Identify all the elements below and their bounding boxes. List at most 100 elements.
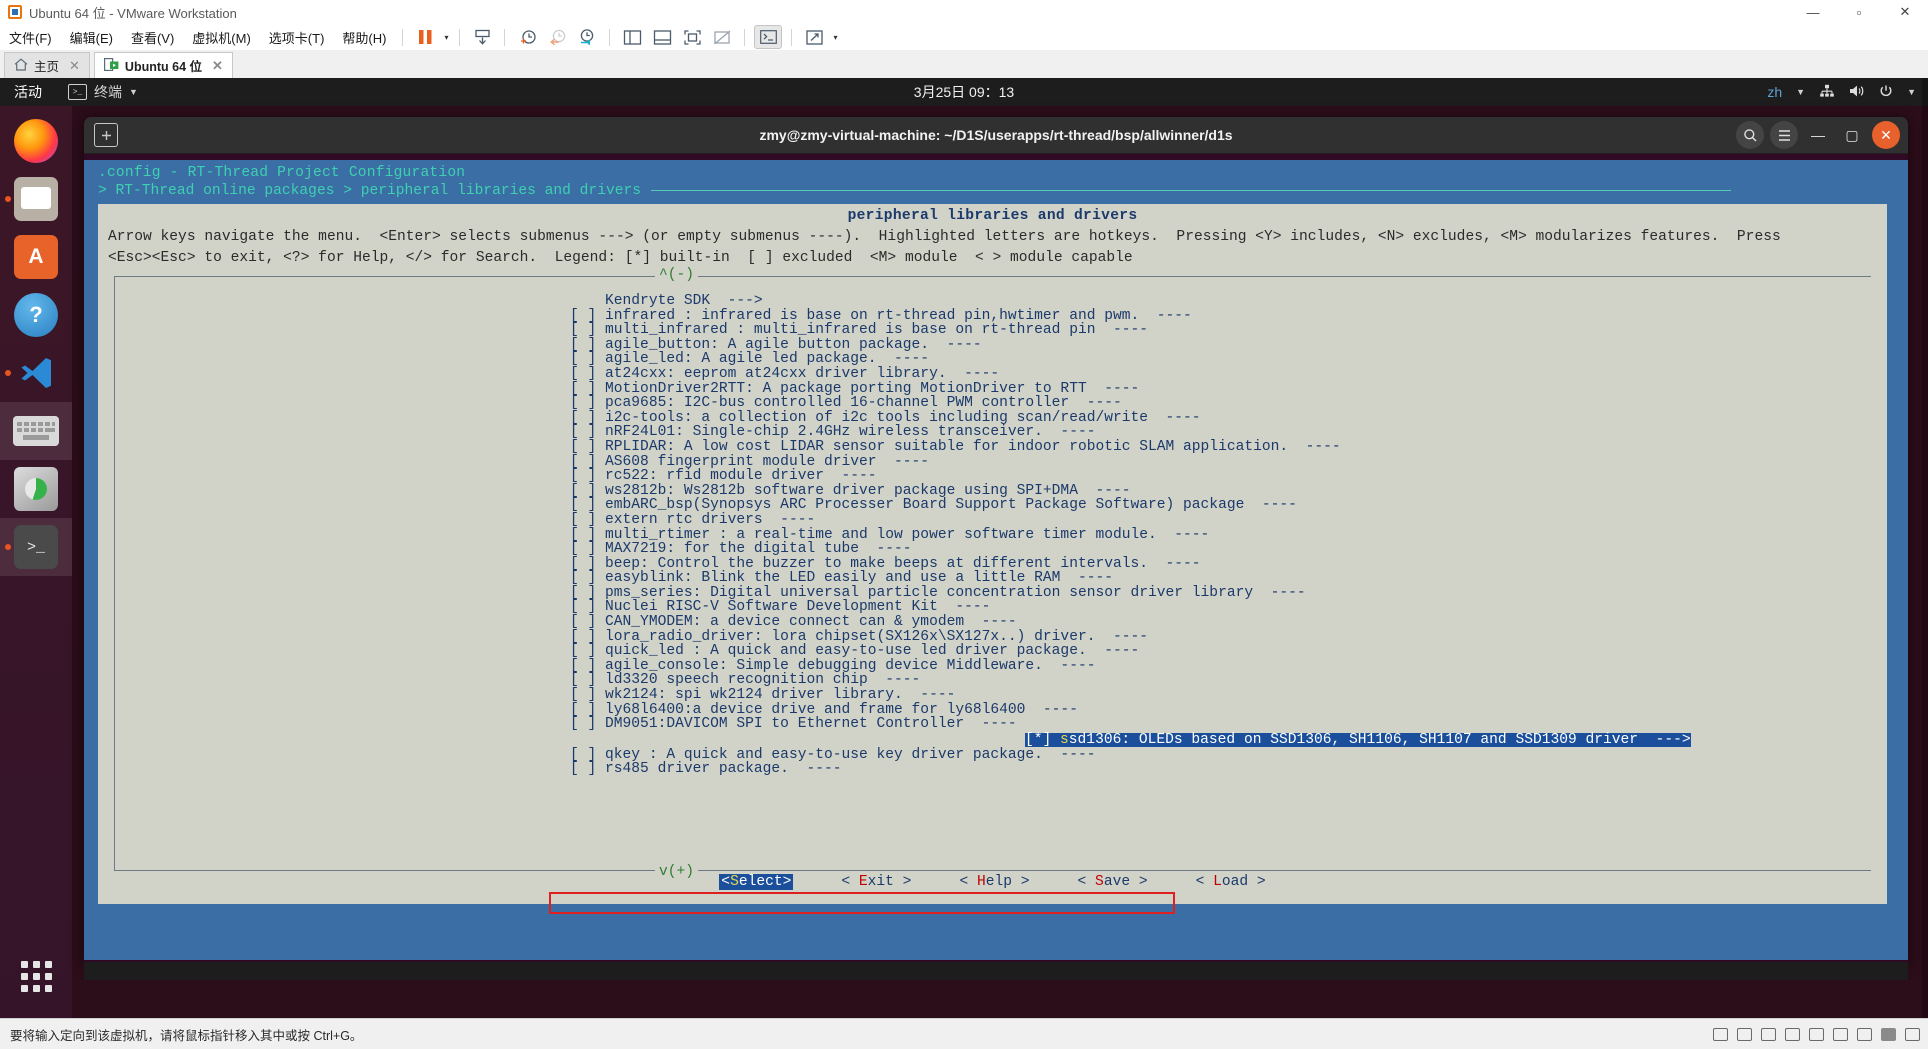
- menuconfig-item[interactable]: [ ] qkey : A quick and easy-to-use key d…: [115, 748, 1871, 763]
- menuconfig-item[interactable]: [ ] Nuclei RISC-V Software Development K…: [115, 600, 1871, 615]
- menuconfig-item[interactable]: [ ] pms_series: Digital universal partic…: [115, 586, 1871, 601]
- dock-item-help[interactable]: ?: [0, 286, 72, 344]
- menuconfig-item[interactable]: [ ] nRF24L01: Single-chip 2.4GHz wireles…: [115, 425, 1871, 440]
- menuconfig-item[interactable]: [ ] embARC_bsp(Synopsys ARC Processer Bo…: [115, 498, 1871, 513]
- printer-status-icon[interactable]: [1833, 1027, 1848, 1041]
- minimize-button[interactable]: —: [1790, 0, 1836, 24]
- manage-snapshots-button[interactable]: [574, 26, 600, 48]
- display-status-icon[interactable]: [1857, 1027, 1872, 1041]
- terminal-window: zmy@zmy-virtual-machine: ~/D1S/userapps/…: [84, 117, 1908, 962]
- menuconfig-item[interactable]: [ ] at24cxx: eeprom at24cxx driver libra…: [115, 367, 1871, 382]
- menuconfig-item[interactable]: [ ] MAX7219: for the digital tube ----: [115, 542, 1871, 557]
- menuconfig-item[interactable]: [ ] infrared : infrared is base on rt-th…: [115, 308, 1871, 324]
- fullscreen-button[interactable]: [679, 26, 705, 48]
- language-caret-icon[interactable]: ▼: [1796, 87, 1805, 97]
- menuconfig-item[interactable]: [ ] agile_led: A agile led package. ----: [115, 352, 1871, 367]
- pause-button[interactable]: [412, 26, 438, 48]
- show-console-view-button[interactable]: [649, 26, 675, 48]
- menuconfig-item[interactable]: [ ] ld3320 speech recognition chip ----: [115, 673, 1871, 688]
- menuconfig-item[interactable]: [ ] lora_radio_driver: lora chipset(SX12…: [115, 630, 1871, 645]
- tab-home[interactable]: 主页 ✕: [4, 52, 90, 78]
- take-snapshot-button[interactable]: [514, 26, 540, 48]
- menuconfig-item[interactable]: [ ] ws2812b: Ws2812b software driver pac…: [115, 484, 1871, 499]
- menuconfig-item[interactable]: Kendryte SDK --->: [115, 294, 1871, 309]
- dock-item-terminal[interactable]: >_: [0, 518, 72, 576]
- save-button[interactable]: < Save >: [1078, 874, 1148, 890]
- dock-item-files[interactable]: [0, 170, 72, 228]
- menuconfig-item[interactable]: [ ] extern rtc drivers ----: [115, 513, 1871, 528]
- tab-ubuntu-close-icon[interactable]: ✕: [212, 58, 223, 74]
- dock-item-keyboard[interactable]: [0, 402, 72, 460]
- menuconfig-item[interactable]: [ ] rc522: rfid module driver ----: [115, 469, 1871, 484]
- close-button[interactable]: ✕: [1882, 0, 1928, 24]
- cdrom-status-icon[interactable]: [1737, 1027, 1752, 1041]
- menu-vm[interactable]: 虚拟机(M): [183, 25, 260, 50]
- terminal-minimize-button[interactable]: —: [1804, 121, 1832, 149]
- show-sidebar-button[interactable]: [619, 26, 645, 48]
- toolbar-divider-4: [609, 28, 611, 46]
- menuconfig-item[interactable]: [ ] agile_console: Simple debugging devi…: [115, 659, 1871, 674]
- select-button[interactable]: <Select>: [719, 874, 794, 890]
- dock-item-firefox[interactable]: [0, 112, 72, 170]
- power-icon[interactable]: [1879, 84, 1893, 101]
- power-dropdown-caret[interactable]: ▾: [440, 26, 452, 48]
- menuconfig-item[interactable]: [ ] rs485 driver package. ----: [115, 762, 1871, 777]
- show-applications-button[interactable]: [0, 950, 72, 1002]
- menuconfig-item[interactable]: [ ] easyblink: Blink the LED easily and …: [115, 571, 1871, 586]
- ubuntu-dock: A ? >_: [0, 106, 72, 1018]
- hamburger-menu-icon[interactable]: [1770, 121, 1798, 149]
- menu-edit[interactable]: 编辑(E): [61, 25, 122, 50]
- language-indicator[interactable]: zh: [1767, 84, 1782, 100]
- dock-item-vscode[interactable]: [0, 344, 72, 402]
- menuconfig-item[interactable]: [ ] DM9051:DAVICOM SPI to Ethernet Contr…: [115, 717, 1871, 732]
- menu-help[interactable]: 帮助(H): [333, 25, 395, 50]
- annotation-highlight-box: [549, 892, 1175, 914]
- system-menu-caret[interactable]: ▼: [1907, 87, 1916, 97]
- menuconfig-item[interactable]: [ ] wk2124: spi wk2124 driver library. -…: [115, 688, 1871, 703]
- search-icon[interactable]: [1736, 121, 1764, 149]
- terminal-maximize-button[interactable]: ▢: [1838, 121, 1866, 149]
- stretch-guest-button[interactable]: [801, 26, 827, 48]
- menuconfig-item[interactable]: [ ] i2c-tools: a collection of i2c tools…: [115, 411, 1871, 426]
- usb-status-icon[interactable]: [1785, 1027, 1800, 1041]
- menuconfig-item[interactable]: [ ] AS608 fingerprint module driver ----: [115, 454, 1871, 470]
- menuconfig-item[interactable]: [ ] quick_led : A quick and easy-to-use …: [115, 644, 1871, 659]
- network-status-icon[interactable]: [1761, 1027, 1776, 1041]
- menuconfig-item[interactable]: [ ] agile_button: A agile button package…: [115, 338, 1871, 353]
- sound-status-icon[interactable]: [1809, 1027, 1824, 1041]
- menuconfig-item[interactable]: [ ] pca9685: I2C-bus controlled 16-chann…: [115, 396, 1871, 411]
- menu-tabs[interactable]: 选项卡(T): [260, 25, 334, 50]
- menuconfig-item[interactable]: [ ] RPLIDAR: A low cost LIDAR sensor sui…: [115, 440, 1871, 455]
- clock[interactable]: 3月25日 09：13: [0, 82, 1928, 102]
- stretch-dropdown-caret[interactable]: ▾: [829, 26, 841, 48]
- menuconfig-item[interactable]: [ ] MotionDriver2RTT: A package porting …: [115, 381, 1871, 397]
- menuconfig-item[interactable]: [ ] CAN_YMODEM: a device connect can & y…: [115, 615, 1871, 630]
- menuconfig-item-selected[interactable]: [*] ssd1306: OLEDs based on SSD1306, SH1…: [1025, 733, 1691, 748]
- harddisk-status-icon[interactable]: [1713, 1027, 1728, 1041]
- message-log-icon[interactable]: [1881, 1027, 1896, 1041]
- button-hotkey: E: [858, 874, 868, 890]
- load-button[interactable]: < Load >: [1196, 874, 1266, 890]
- menuconfig-item[interactable]: [ ] multi_rtimer : a real-time and low p…: [115, 527, 1871, 543]
- dock-item-disks[interactable]: [0, 460, 72, 518]
- network-icon[interactable]: [1819, 84, 1835, 101]
- tab-ubuntu[interactable]: Ubuntu 64 位 ✕: [93, 52, 233, 78]
- terminal-close-button[interactable]: ✕: [1872, 121, 1900, 149]
- revert-snapshot-button[interactable]: [544, 26, 570, 48]
- maximize-button[interactable]: ▫: [1836, 0, 1882, 24]
- exit-button[interactable]: < Exit >: [841, 874, 911, 890]
- volume-icon[interactable]: [1849, 84, 1865, 101]
- dock-item-software[interactable]: A: [0, 228, 72, 286]
- menu-file[interactable]: 文件(F): [0, 25, 61, 50]
- menuconfig-item[interactable]: [ ] beep: Control the buzzer to make bee…: [115, 557, 1871, 572]
- menuconfig-item-list[interactable]: Kendryte SDK --->[ ] infrared : infrared…: [115, 294, 1871, 777]
- help-button[interactable]: < Help >: [959, 874, 1029, 890]
- menu-view[interactable]: 查看(V): [122, 25, 183, 50]
- unity-mode-button[interactable]: [709, 26, 735, 48]
- menuconfig-item[interactable]: [ ] ly68l6400:a device drive and frame f…: [115, 703, 1871, 718]
- send-ctrl-alt-del-button[interactable]: [754, 25, 783, 49]
- menuconfig-item[interactable]: [ ] multi_infrared : multi_infrared is b…: [115, 323, 1871, 338]
- settings-status-icon[interactable]: [1905, 1027, 1920, 1041]
- tab-home-close-icon[interactable]: ✕: [69, 58, 80, 74]
- snapshot-manager-button[interactable]: [469, 26, 495, 48]
